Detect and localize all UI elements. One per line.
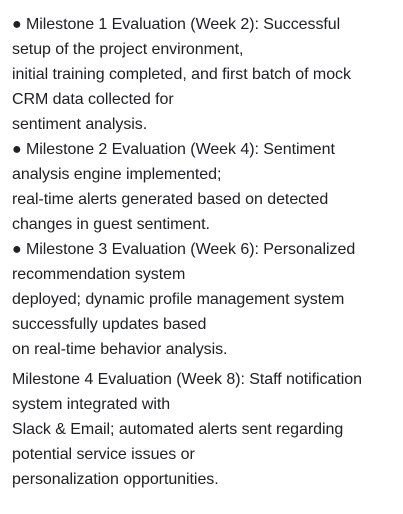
milestone-3-line-2: recommendation system: [12, 266, 186, 283]
milestone-3-line-5: on real-time behavior analysis.: [12, 341, 228, 358]
milestone-1-line-2: setup of the project environment,: [12, 41, 244, 58]
milestone-1-line-5: sentiment analysis.: [12, 116, 148, 133]
milestone-4-paragraph: Milestone 4 Evaluation (Week 8): Staff n…: [12, 367, 397, 492]
milestone-1-paragraph: ● Milestone 1 Evaluation (Week 2): Succe…: [12, 12, 397, 137]
milestone-4-line-2: system integrated with: [12, 396, 171, 413]
milestone-1-line-4: CRM data collected for: [12, 91, 174, 108]
milestone-4-line-4: potential service issues or: [12, 446, 195, 463]
milestone-3-line-4: successfully updates based: [12, 316, 207, 333]
milestone-3-line-3: deployed; dynamic profile management sys…: [12, 291, 345, 308]
milestone-2-line-1: ● Milestone 2 Evaluation (Week 4): Senti…: [12, 141, 335, 158]
milestone-1-line-1: ● Milestone 1 Evaluation (Week 2): Succe…: [12, 16, 341, 33]
milestone-2-line-4: changes in guest sentiment.: [12, 216, 210, 233]
milestone-3-line-1: ● Milestone 3 Evaluation (Week 6): Perso…: [12, 241, 356, 258]
milestone-2-line-2: analysis engine implemented;: [12, 166, 222, 183]
milestone-4-line-5: personalization opportunities.: [12, 471, 219, 488]
milestone-4-line-1: Milestone 4 Evaluation (Week 8): Staff n…: [12, 371, 362, 388]
milestone-2-line-3: real-time alerts generated based on dete…: [12, 191, 329, 208]
milestone-2-paragraph: ● Milestone 2 Evaluation (Week 4): Senti…: [12, 137, 397, 237]
milestone-document: ● Milestone 1 Evaluation (Week 2): Succe…: [12, 12, 397, 492]
milestone-3-paragraph: ● Milestone 3 Evaluation (Week 6): Perso…: [12, 237, 397, 362]
milestone-1-line-3: initial training completed, and first ba…: [12, 66, 351, 83]
milestone-4-line-3: Slack & Email; automated alerts sent reg…: [12, 421, 344, 438]
